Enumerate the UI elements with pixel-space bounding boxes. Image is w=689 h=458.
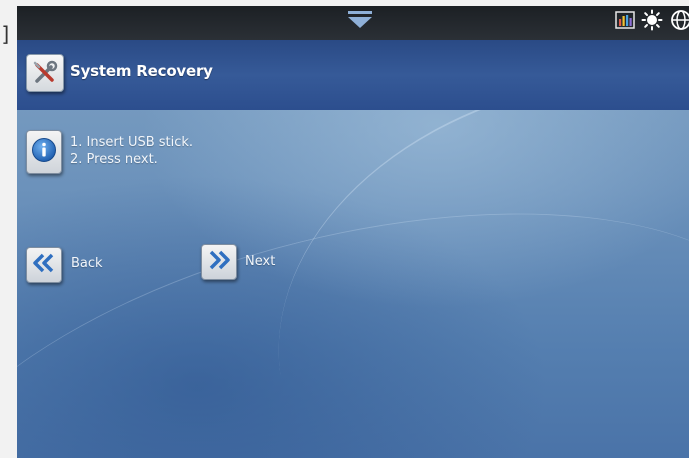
photo-frame: ] System Recovery 1. Insert USB stick. 2…: [0, 0, 689, 458]
edge-glyph: ]: [0, 22, 13, 46]
instruction-line-2: 2. Press next.: [70, 152, 158, 167]
bar-chart-icon[interactable]: [615, 11, 635, 33]
double-chevron-right-icon: [207, 250, 231, 274]
instruction-text: 1. Insert USB stick. 2. Press next.: [70, 134, 193, 168]
brightness-icon[interactable]: [641, 9, 663, 35]
chevron-down-icon[interactable]: [347, 10, 373, 30]
globe-icon[interactable]: [669, 9, 689, 35]
back-label[interactable]: Back: [71, 256, 103, 271]
back-button[interactable]: [26, 247, 62, 283]
touch-screen: System Recovery 1. Insert USB stick. 2. …: [17, 6, 689, 458]
page-title: System Recovery: [70, 62, 213, 80]
info-icon: [31, 137, 57, 167]
next-label[interactable]: Next: [245, 254, 275, 269]
status-icons: [615, 9, 689, 35]
instruction-line-1: 1. Insert USB stick.: [70, 135, 194, 150]
next-button[interactable]: [201, 244, 237, 280]
info-button[interactable]: [26, 130, 62, 174]
double-chevron-left-icon: [32, 253, 56, 277]
status-bar: [17, 6, 689, 40]
title-bar: System Recovery: [17, 40, 689, 110]
tools-icon: [26, 54, 64, 92]
